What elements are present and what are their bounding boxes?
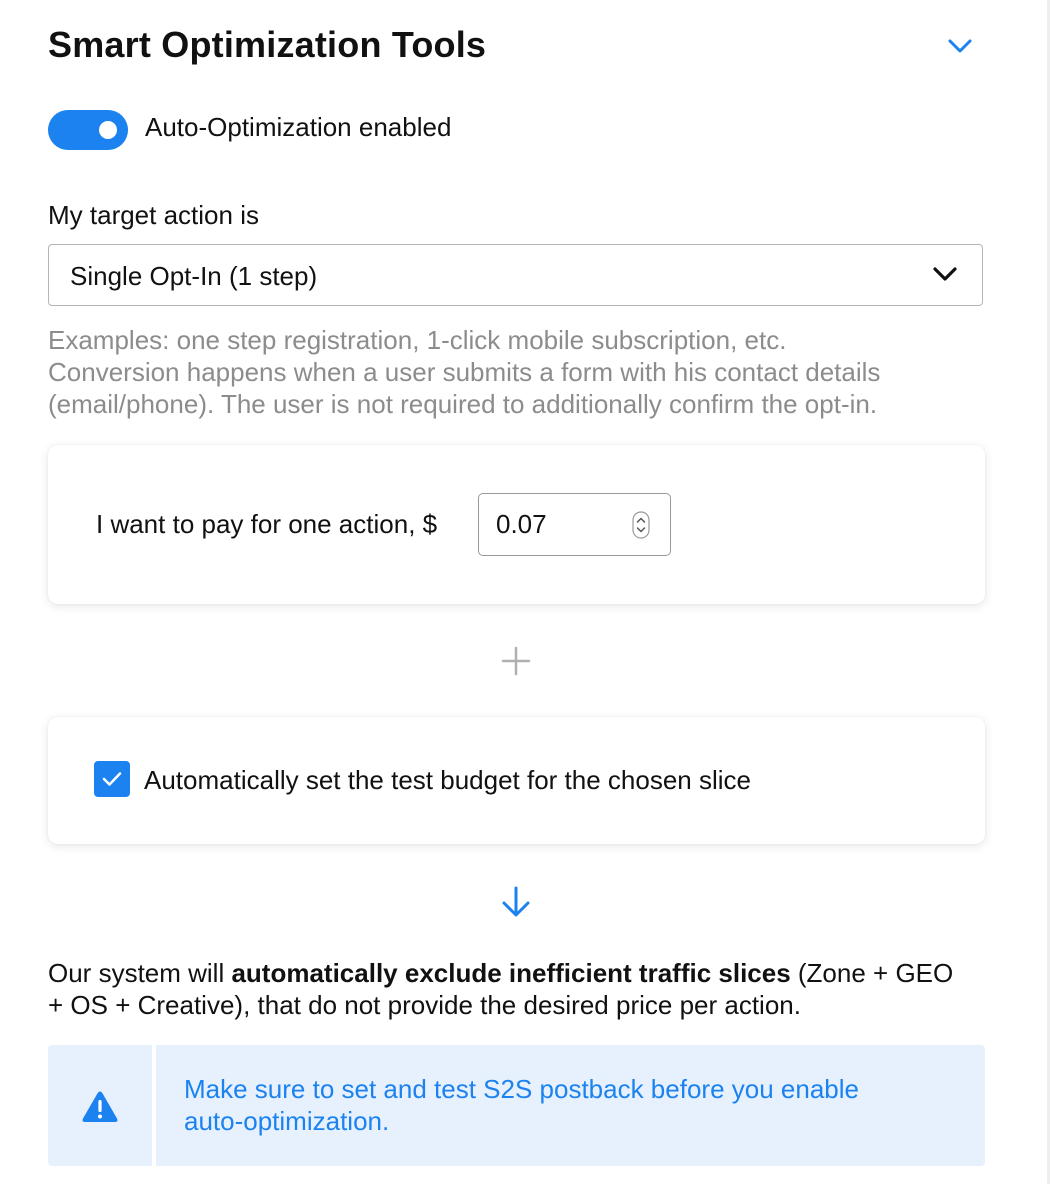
test-budget-label: Automatically set the test budget for th… <box>144 765 752 795</box>
price-input[interactable]: 0.07 <box>478 493 671 556</box>
hint-line: Examples: one step registration, 1-click… <box>48 325 787 355</box>
description-text: Our system will <box>48 958 232 988</box>
alert-divider <box>152 1045 156 1166</box>
target-action-label: My target action is <box>48 200 259 230</box>
price-value: 0.07 <box>496 509 547 539</box>
warning-icon <box>82 1091 118 1122</box>
description-emphasis: automatically exclude inefficient traffi… <box>231 958 791 988</box>
arrow-down-icon <box>502 886 530 917</box>
hint-line: Conversion happens when a user submits a… <box>48 357 881 387</box>
alert-message: Make sure to set and test S2S postback b… <box>184 1073 964 1137</box>
spinner-icon[interactable] <box>632 511 650 539</box>
test-budget-checkbox[interactable] <box>94 761 130 797</box>
hint-line: (email/phone). The user is not required … <box>48 389 878 419</box>
target-action-value: Single Opt-In (1 step) <box>70 261 318 291</box>
auto-optimization-label: Auto-Optimization enabled <box>145 112 452 142</box>
check-icon <box>102 772 122 786</box>
price-label: I want to pay for one action, $ <box>96 509 438 539</box>
alert-line: Make sure to set and test S2S postback b… <box>184 1074 859 1104</box>
description-text: (Zone + GEO <box>790 958 954 988</box>
description-line: Our system will automatically exclude in… <box>48 957 993 989</box>
plus-icon <box>501 646 531 676</box>
description-line: + OS + Creative), that do not provide th… <box>48 990 801 1020</box>
chevron-down-icon <box>933 267 957 281</box>
toggle-knob <box>99 121 117 139</box>
budget-card: Automatically set the test budget for th… <box>48 717 985 844</box>
alert-line: auto-optimization. <box>184 1106 390 1136</box>
target-action-hint: Examples: one step registration, 1-click… <box>48 324 978 420</box>
chevron-down-icon <box>948 39 972 53</box>
optimization-description: Our system will automatically exclude in… <box>48 957 993 1021</box>
collapse-button[interactable] <box>944 30 976 62</box>
postback-alert: Make sure to set and test S2S postback b… <box>48 1045 985 1166</box>
auto-optimization-toggle[interactable] <box>48 110 128 150</box>
target-action-select[interactable]: Single Opt-In (1 step) <box>48 244 983 306</box>
section-title: Smart Optimization Tools <box>48 24 487 65</box>
price-card: I want to pay for one action, $ 0.07 <box>48 445 985 604</box>
